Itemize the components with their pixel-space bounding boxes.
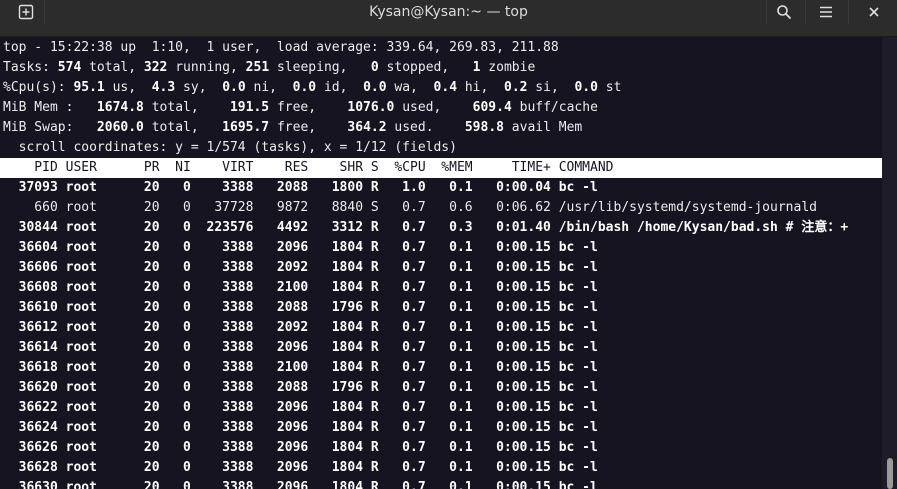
process-row: 36622 root 20 0 3388 2096 1804 R 0.7 0.1… <box>3 400 598 415</box>
process-row: 36612 root 20 0 3388 2092 1804 R 0.7 0.1… <box>3 320 598 335</box>
process-row: 36614 root 20 0 3388 2096 1804 R 0.7 0.1… <box>3 340 598 355</box>
uptime-load-line: top - 15:22:38 up 1:10, 1 user, load ave… <box>3 40 559 55</box>
swap-line: MiB Swap: 2060.0 total, 1695.7 free, 364… <box>3 120 583 135</box>
terminal-output[interactable]: top - 15:22:38 up 1:10, 1 user, load ave… <box>0 37 882 489</box>
process-row: 30844 root 20 0 223576 4492 3312 R 0.7 0… <box>3 220 849 235</box>
process-row: 37093 root 20 0 3388 2088 1800 R 1.0 0.1… <box>3 180 598 195</box>
process-row: 660 root 20 0 37728 9872 8840 S 0.7 0.6 … <box>3 200 817 215</box>
process-row: 36606 root 20 0 3388 2092 1804 R 0.7 0.1… <box>3 260 598 275</box>
tasks-line: Tasks: 574 total, 322 running, 251 sleep… <box>3 60 536 75</box>
scrollbar-track[interactable] <box>882 37 897 489</box>
search-icon <box>776 4 792 20</box>
search-button[interactable] <box>766 0 802 24</box>
process-table-header: PID USER PR NI VIRT RES SHR S %CPU %MEM … <box>0 158 882 178</box>
process-row: 36630 root 20 0 3388 2096 1804 R 0.7 0.1… <box>3 480 598 489</box>
process-row: 36618 root 20 0 3388 2100 1804 R 0.7 0.1… <box>3 360 598 375</box>
cpu-line: %Cpu(s): 95.1 us, 4.3 sy, 0.0 ni, 0.0 id… <box>3 80 622 95</box>
titlebar-divider <box>805 0 806 24</box>
process-row: 36610 root 20 0 3388 2088 1796 R 0.7 0.1… <box>3 300 598 315</box>
process-row: 36608 root 20 0 3388 2100 1804 R 0.7 0.1… <box>3 280 598 295</box>
menu-button[interactable] <box>808 0 844 24</box>
memory-line: MiB Mem : 1674.8 total, 191.5 free, 1076… <box>3 100 598 115</box>
process-table-header-text: PID USER PR NI VIRT RES SHR S %CPU %MEM … <box>3 160 614 175</box>
process-row: 36604 root 20 0 3388 2096 1804 R 0.7 0.1… <box>3 240 598 255</box>
titlebar-divider <box>848 0 849 24</box>
process-row: 36624 root 20 0 3388 2096 1804 R 0.7 0.1… <box>3 420 598 435</box>
window-title: Kysan@Kysan:~ — top <box>369 4 528 20</box>
process-row: 36626 root 20 0 3388 2096 1804 R 0.7 0.1… <box>3 440 598 455</box>
process-row: 36628 root 20 0 3388 2096 1804 R 0.7 0.1… <box>3 460 598 475</box>
scrollbar-thumb[interactable] <box>887 458 893 489</box>
process-row: 36620 root 20 0 3388 2088 1796 R 0.7 0.1… <box>3 380 598 395</box>
hamburger-menu-icon <box>819 6 833 18</box>
close-button[interactable] <box>856 0 892 24</box>
window-titlebar: Kysan@Kysan:~ — top <box>0 0 897 37</box>
close-icon <box>868 6 880 18</box>
scroll-coordinates-line: scroll coordinates: y = 1/574 (tasks), x… <box>3 140 457 155</box>
